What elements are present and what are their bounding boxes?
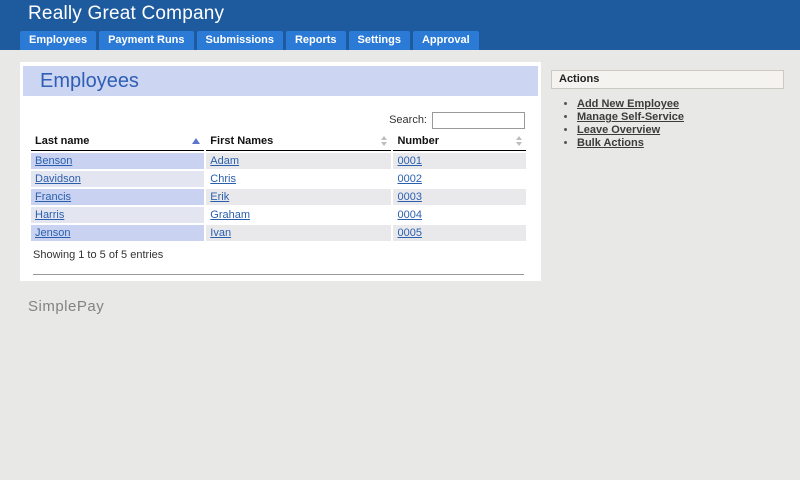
table-header-row: Last name First Names Number: [31, 133, 526, 151]
employee-number-link[interactable]: 0004: [397, 209, 421, 221]
employee-number-link[interactable]: 0003: [397, 191, 421, 203]
page-title: Employees: [40, 70, 139, 93]
column-header-label: Number: [397, 135, 439, 147]
employee-last-name-link[interactable]: Jenson: [35, 227, 70, 239]
employees-table-wrap: Last name First Names Number Benson Adam: [29, 131, 528, 243]
employees-table: Last name First Names Number Benson Adam: [29, 131, 528, 243]
employees-card: Employees Search: Last name First Names: [20, 62, 541, 281]
sort-ascending-icon: [192, 138, 200, 144]
table-row: Harris Graham 0004: [31, 207, 526, 223]
nav-tab-payment-runs[interactable]: Payment Runs: [99, 31, 193, 50]
actions-list: Add New Employee Manage Self-Service Lea…: [551, 98, 784, 150]
employee-last-name-link[interactable]: Francis: [35, 191, 71, 203]
employee-first-names-link[interactable]: Chris: [210, 173, 236, 185]
sort-both-icon: [516, 136, 522, 146]
employee-number-link[interactable]: 0005: [397, 227, 421, 239]
employee-first-names-link[interactable]: Adam: [210, 155, 239, 167]
nav-tab-approval[interactable]: Approval: [413, 31, 479, 50]
column-header-number[interactable]: Number: [393, 133, 526, 151]
column-header-label: First Names: [210, 135, 273, 147]
employee-number-link[interactable]: 0001: [397, 155, 421, 167]
list-item: Add New Employee: [577, 98, 784, 111]
bulk-actions-link[interactable]: Bulk Actions: [577, 137, 644, 149]
list-item: Leave Overview: [577, 124, 784, 137]
table-row: Jenson Ivan 0005: [31, 225, 526, 241]
actions-panel-title: Actions: [551, 70, 784, 89]
employee-number-link[interactable]: 0002: [397, 173, 421, 185]
employee-first-names-link[interactable]: Erik: [210, 191, 229, 203]
search-row: Search:: [20, 111, 525, 129]
add-new-employee-link[interactable]: Add New Employee: [577, 98, 679, 110]
manage-self-service-link[interactable]: Manage Self-Service: [577, 111, 684, 123]
card-divider: [33, 274, 524, 275]
leave-overview-link[interactable]: Leave Overview: [577, 124, 660, 136]
nav-tab-reports[interactable]: Reports: [286, 31, 346, 50]
list-item: Manage Self-Service: [577, 111, 784, 124]
app-header: Really Great Company Employees Payment R…: [0, 0, 800, 50]
list-item: Bulk Actions: [577, 137, 784, 150]
company-title: Really Great Company: [28, 3, 224, 25]
actions-panel: Actions Add New Employee Manage Self-Ser…: [551, 70, 784, 150]
employee-last-name-link[interactable]: Davidson: [35, 173, 81, 185]
sort-both-icon: [381, 136, 387, 146]
nav-tab-settings[interactable]: Settings: [349, 31, 410, 50]
table-row: Davidson Chris 0002: [31, 171, 526, 187]
search-input[interactable]: [432, 112, 525, 129]
simplepay-logo: SimplePay: [28, 298, 104, 315]
table-row: Benson Adam 0001: [31, 153, 526, 169]
column-header-last-name[interactable]: Last name: [31, 133, 204, 151]
main-nav: Employees Payment Runs Submissions Repor…: [20, 31, 479, 50]
employee-first-names-link[interactable]: Graham: [210, 209, 250, 221]
page-title-banner: Employees: [23, 66, 538, 96]
employee-last-name-link[interactable]: Harris: [35, 209, 64, 221]
employee-first-names-link[interactable]: Ivan: [210, 227, 231, 239]
table-row: Francis Erik 0003: [31, 189, 526, 205]
search-label: Search:: [389, 114, 427, 126]
column-header-label: Last name: [35, 135, 89, 147]
nav-tab-submissions[interactable]: Submissions: [197, 31, 283, 50]
employee-last-name-link[interactable]: Benson: [35, 155, 72, 167]
nav-tab-employees[interactable]: Employees: [20, 31, 96, 50]
table-entries-summary: Showing 1 to 5 of 5 entries: [33, 249, 541, 261]
column-header-first-names[interactable]: First Names: [206, 133, 391, 151]
